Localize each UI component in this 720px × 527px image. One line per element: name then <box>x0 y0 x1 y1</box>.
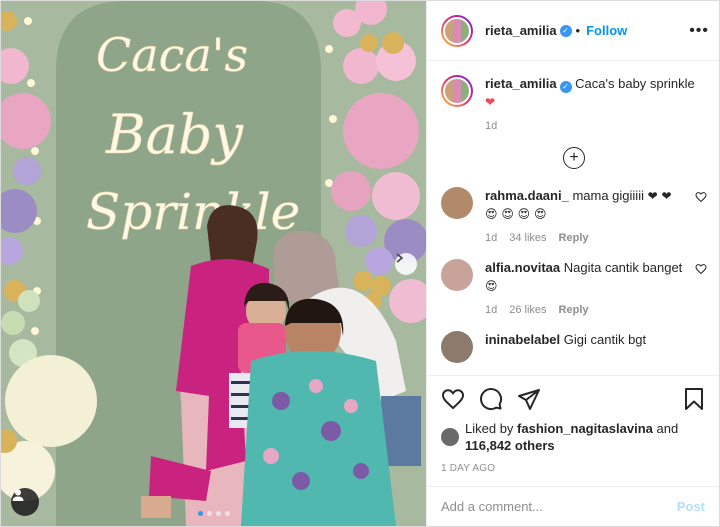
carousel-dot <box>206 511 212 516</box>
post-comment-button[interactable]: Post <box>677 499 705 514</box>
caption: rieta_amilia ✓ Caca's baby sprinkle ❤ 1d <box>441 75 707 135</box>
comment-input[interactable] <box>441 499 677 514</box>
likes-count[interactable]: 116,842 others <box>465 438 555 453</box>
follow-button[interactable]: Follow <box>586 23 627 38</box>
post-header: rieta_amilia ✓ • Follow ••• <box>427 1 719 61</box>
comment-item: alfia.novitaa Nagita cantik banget 😍 1d … <box>441 259 707 319</box>
comment-time[interactable]: 1d <box>485 229 497 247</box>
caption-text: Caca's baby sprinkle <box>575 76 695 91</box>
separator-dot: • <box>575 23 581 38</box>
heart-icon[interactable] <box>695 191 707 203</box>
caption-time[interactable]: 1d <box>485 117 497 135</box>
sign-line-3: Sprinkle <box>86 183 300 241</box>
reply-button[interactable]: Reply <box>559 301 589 319</box>
comment-likes[interactable]: 34 likes <box>509 229 546 247</box>
comment-username[interactable]: alfia.novitaa <box>485 260 560 275</box>
add-comment-bar: Post <box>427 486 719 526</box>
commenter-avatar[interactable] <box>441 331 473 363</box>
post-media[interactable]: Caca's Baby Sprinkle <box>1 1 426 526</box>
comment-text: Nagita cantik banget <box>563 260 683 275</box>
caption-username[interactable]: rieta_amilia <box>485 76 557 91</box>
like-heart-icon[interactable] <box>441 387 465 411</box>
post-timestamp[interactable]: 1 DAY AGO <box>441 463 705 474</box>
liker-avatar[interactable] <box>441 428 459 446</box>
comment-time[interactable]: 1d <box>485 301 497 319</box>
post-details-panel: rieta_amilia ✓ • Follow ••• rieta_amilia… <box>426 1 719 526</box>
comment-emoji: 😍 <box>485 279 498 293</box>
comment-bubble-icon[interactable] <box>479 387 503 411</box>
chevron-right-icon <box>396 253 404 263</box>
comment-text: mama gigiiiii <box>572 188 644 203</box>
tagged-users-button[interactable] <box>11 488 39 516</box>
comments-list[interactable]: rieta_amilia ✓ Caca's baby sprinkle ❤ 1d … <box>427 61 719 375</box>
liked-by-and: and <box>656 421 679 436</box>
caption-emoji: ❤ <box>485 95 496 109</box>
carousel-next-button[interactable] <box>395 253 417 275</box>
caption-avatar[interactable] <box>441 75 473 107</box>
more-options-icon[interactable]: ••• <box>689 22 709 40</box>
post-actions: Liked by fashion_nagitaslavina and 116,8… <box>427 375 719 474</box>
sign-line-1: Caca's <box>96 28 248 82</box>
carousel-dot <box>215 511 221 516</box>
carousel-dot <box>197 511 203 516</box>
load-more-comments[interactable]: + <box>441 147 707 169</box>
comment-username[interactable]: rahma.daani_ <box>485 188 569 203</box>
liker-username[interactable]: fashion_nagitaslavina <box>517 421 653 436</box>
person-icon <box>12 489 24 501</box>
verified-badge-icon: ✓ <box>559 24 572 37</box>
liked-by-prefix: Liked by <box>465 421 514 436</box>
bookmark-icon[interactable] <box>683 387 705 411</box>
sign-line-2: Baby <box>105 103 244 166</box>
author-username[interactable]: rieta_amilia <box>485 23 557 38</box>
comment-username[interactable]: ininabelabel <box>485 332 560 347</box>
heart-icon[interactable] <box>695 263 707 275</box>
author-avatar[interactable] <box>441 14 473 47</box>
comment-likes[interactable]: 26 likes <box>509 301 546 319</box>
instagram-post: Caca's Baby Sprinkle rieta_amilia ✓ • Fo… <box>0 0 720 527</box>
carousel-dot <box>224 511 230 516</box>
commenter-avatar[interactable] <box>441 187 473 219</box>
reply-button[interactable]: Reply <box>559 229 589 247</box>
share-paper-plane-icon[interactable] <box>517 387 541 411</box>
comment-text: Gigi cantik bgt <box>563 332 647 347</box>
likes-summary: Liked by fashion_nagitaslavina and 116,8… <box>441 420 705 454</box>
verified-badge-icon: ✓ <box>559 81 572 93</box>
carousel-indicator <box>197 511 230 516</box>
comment-item: rahma.daani_ mama gigiiiii ❤ ❤ 😍 😍 😍 😍 1… <box>441 187 707 247</box>
commenter-avatar[interactable] <box>441 259 473 291</box>
plus-circle-icon[interactable]: + <box>563 147 585 169</box>
comment-item: ininabelabel Gigi cantik bgt <box>441 331 707 363</box>
post-photo: Caca's Baby Sprinkle <box>1 1 426 526</box>
